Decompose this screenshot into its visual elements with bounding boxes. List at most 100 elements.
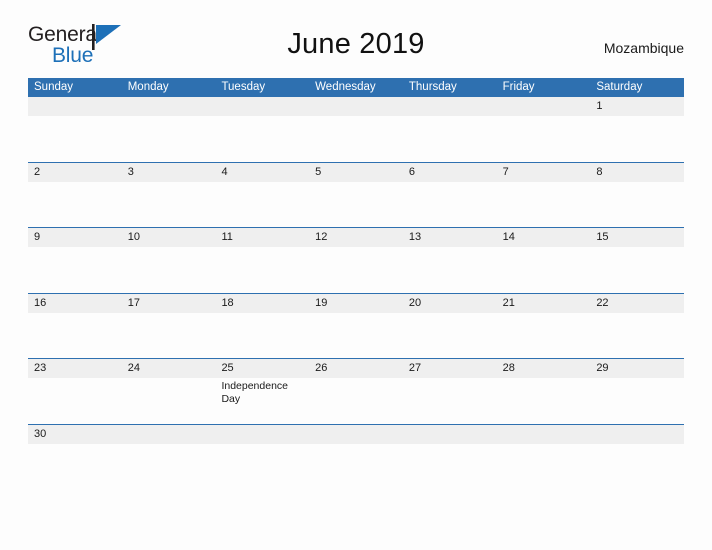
day-number[interactable]: 22 (590, 294, 684, 313)
day-events (403, 378, 497, 424)
calendar-week-row: 9 10 11 12 13 14 15 (28, 227, 684, 293)
day-events (309, 182, 403, 228)
day-number (403, 425, 497, 444)
day-number[interactable]: 25 (215, 359, 309, 378)
day-events (590, 116, 684, 162)
day-number[interactable]: 21 (497, 294, 591, 313)
day-number[interactable]: 27 (403, 359, 497, 378)
day-events (497, 182, 591, 228)
day-number[interactable]: 23 (28, 359, 122, 378)
calendar-week-row: 16 17 18 19 20 21 22 (28, 292, 684, 359)
day-events (309, 378, 403, 424)
day-events (28, 116, 122, 162)
day-number[interactable]: 24 (122, 359, 216, 378)
day-number[interactable]: 5 (309, 163, 403, 182)
calendar-weeks: 1 2 3 4 5 6 7 8 9 10 11 12 13 14 15 16 17 18 19 20 21 22 23 24 2… (28, 96, 684, 444)
weekday-header-tuesday: Tuesday (221, 81, 266, 93)
holiday-event-label: Independence Day (221, 380, 289, 405)
day-number[interactable]: 15 (590, 228, 684, 247)
day-events (403, 182, 497, 228)
date-number-band: 2345678 (28, 162, 684, 182)
weekday-header-saturday: Saturday (596, 81, 643, 93)
day-number (590, 425, 684, 444)
day-number[interactable]: 6 (403, 163, 497, 182)
day-number[interactable]: 10 (122, 228, 216, 247)
day-number[interactable]: 1 (590, 97, 684, 116)
day-events (590, 313, 684, 359)
day-events (122, 182, 216, 228)
day-number[interactable]: 12 (309, 228, 403, 247)
day-number[interactable]: 8 (590, 163, 684, 182)
day-number[interactable]: 14 (497, 228, 591, 247)
day-number (309, 425, 403, 444)
day-events (215, 247, 309, 293)
weekday-header-friday: Friday (502, 81, 535, 93)
day-events (590, 247, 684, 293)
day-events (497, 247, 591, 293)
calendar-week-row: 30 (28, 423, 684, 444)
day-events (122, 247, 216, 293)
day-number[interactable]: 4 (215, 163, 309, 182)
day-number[interactable]: 19 (309, 294, 403, 313)
day-events (497, 116, 591, 162)
day-events (28, 247, 122, 293)
day-number (122, 425, 216, 444)
day-events (28, 313, 122, 359)
day-number[interactable]: 3 (122, 163, 216, 182)
event-band (28, 182, 684, 228)
day-number[interactable]: 29 (590, 359, 684, 378)
date-number-band: 1 (28, 97, 684, 116)
day-events (590, 182, 684, 228)
day-number[interactable]: 13 (403, 228, 497, 247)
day-events: Independence Day (215, 378, 309, 424)
weekday-header-monday: Monday (127, 81, 169, 93)
day-events (497, 313, 591, 359)
calendar-grid: Sunday Monday Tuesday Wednesday Thursday… (28, 78, 684, 444)
day-number[interactable]: 18 (215, 294, 309, 313)
weekday-header-sunday: Sunday (34, 81, 74, 93)
day-number[interactable]: 7 (497, 163, 591, 182)
day-number (215, 425, 309, 444)
event-band (28, 313, 684, 359)
date-number-band: 16 17 18 19 20 21 22 (28, 293, 684, 313)
day-number (309, 97, 403, 116)
day-number (403, 97, 497, 116)
day-number[interactable]: 2 (28, 163, 122, 182)
day-number (497, 425, 591, 444)
event-band (28, 116, 684, 162)
calendar-week-row: 2345678 (28, 161, 684, 228)
day-events (215, 116, 309, 162)
day-number[interactable]: 11 (215, 228, 309, 247)
day-events (309, 116, 403, 162)
day-number[interactable]: 28 (497, 359, 591, 378)
day-events (309, 247, 403, 293)
day-number[interactable]: 17 (122, 294, 216, 313)
day-number[interactable]: 9 (28, 228, 122, 247)
day-number[interactable]: 20 (403, 294, 497, 313)
day-events (590, 378, 684, 424)
day-events (28, 378, 122, 424)
day-events (403, 247, 497, 293)
date-number-band: 30 (28, 424, 684, 444)
page-header: General Blue June 2019 Mozambique (28, 22, 684, 72)
day-events (309, 313, 403, 359)
day-events (122, 313, 216, 359)
day-number (28, 97, 122, 116)
day-events (403, 313, 497, 359)
day-events (215, 182, 309, 228)
weekday-header-row: Sunday Monday Tuesday Wednesday Thursday… (28, 78, 684, 96)
region-label: Mozambique (603, 40, 684, 56)
weekday-header-thursday: Thursday (408, 81, 457, 93)
day-number[interactable]: 26 (309, 359, 403, 378)
day-number[interactable]: 16 (28, 294, 122, 313)
day-events (403, 116, 497, 162)
calendar-week-row: 23 24 25 26 27 28 29 Independence Day (28, 358, 684, 424)
calendar-page: General Blue June 2019 Mozambique Sunday… (0, 0, 712, 550)
day-number[interactable]: 30 (28, 425, 122, 444)
calendar-week-row: 1 (28, 96, 684, 162)
page-title: June 2019 (287, 28, 425, 60)
day-events (497, 378, 591, 424)
day-events (215, 313, 309, 359)
weekday-header-wednesday: Wednesday (315, 81, 376, 93)
day-events (122, 378, 216, 424)
